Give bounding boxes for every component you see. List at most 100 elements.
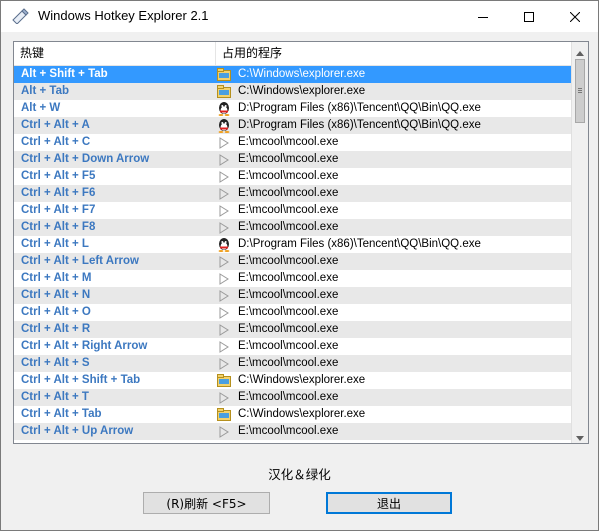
maximize-button[interactable] xyxy=(506,1,552,32)
scroll-down-button[interactable] xyxy=(572,427,588,443)
play-icon xyxy=(215,355,232,372)
table-row[interactable]: Ctrl + Alt + C E:\mcool\mcool.exe xyxy=(14,134,571,151)
table-row[interactable]: Ctrl + Alt + M E:\mcool\mcool.exe xyxy=(14,270,571,287)
play-icon xyxy=(215,219,232,236)
scroll-up-button[interactable] xyxy=(572,42,588,58)
table-row[interactable]: Alt + W D:\Program Files (x86)\Tencent\QQ… xyxy=(14,100,571,117)
play-icon xyxy=(215,321,232,338)
table-row[interactable]: Ctrl + Alt + L D:\Program Files (x86)\Ten… xyxy=(14,236,571,253)
program-path-cell: E:\mcool\mcool.exe xyxy=(238,357,339,369)
list-header: 热键 占用的程序 xyxy=(14,42,571,66)
hotkey-cell: Ctrl + Alt + O xyxy=(21,306,91,318)
program-path-cell: E:\mcool\mcool.exe xyxy=(238,170,339,182)
hotkey-cell: Ctrl + Alt + Tab xyxy=(21,408,102,420)
play-icon xyxy=(215,270,232,287)
program-path-cell: E:\mcool\mcool.exe xyxy=(238,187,339,199)
program-path-cell: C:\Windows\explorer.exe xyxy=(238,85,366,97)
hotkey-cell: Alt + Tab xyxy=(21,85,70,97)
hotkey-cell: Alt + Shift + Tab xyxy=(21,68,108,80)
program-path-cell: E:\mcool\mcool.exe xyxy=(238,425,339,437)
play-icon xyxy=(215,389,232,406)
hotkey-cell: Ctrl + Alt + F5 xyxy=(21,170,96,182)
table-row[interactable]: Ctrl + Alt + Up Arrow E:\mcool\mcool.exe xyxy=(14,423,571,440)
table-row[interactable]: Ctrl + Alt + F8 E:\mcool\mcool.exe xyxy=(14,219,571,236)
maximize-icon xyxy=(524,11,534,22)
table-row[interactable]: Ctrl + Alt + Right Arrow E:\mcool\mcool.e… xyxy=(14,338,571,355)
program-path-cell: E:\mcool\mcool.exe xyxy=(238,255,339,267)
table-row[interactable]: Alt + Shift + Tab C:\Windows\explorer.exe xyxy=(14,66,571,83)
hotkey-cell: Alt + W xyxy=(21,102,61,114)
program-path-cell: E:\mcool\mcool.exe xyxy=(238,221,339,233)
program-path-cell: D:\Program Files (x86)\Tencent\QQ\Bin\QQ… xyxy=(238,102,481,114)
program-path-cell: E:\mcool\mcool.exe xyxy=(238,272,339,284)
play-icon xyxy=(215,287,232,304)
hotkey-list[interactable]: 热键 占用的程序 Alt + Shift + Tab C:\Windows\exp… xyxy=(13,41,589,444)
table-row[interactable]: Ctrl + Alt + O E:\mcool\mcool.exe xyxy=(14,304,571,321)
hotkey-cell: Ctrl + Alt + A xyxy=(21,119,90,131)
refresh-button[interactable]: (R)刷新 <F5> xyxy=(143,492,270,514)
play-icon xyxy=(215,304,232,321)
program-path-cell: E:\mcool\mcool.exe xyxy=(238,340,339,352)
credit-label: 汉化＆绿化 xyxy=(268,467,331,482)
hotkey-cell: Ctrl + Alt + F7 xyxy=(21,204,96,216)
table-row[interactable]: Ctrl + Alt + F7 E:\mcool\mcool.exe xyxy=(14,202,571,219)
table-row[interactable]: Ctrl + Alt + S E:\mcool\mcool.exe xyxy=(14,355,571,372)
qq-penguin-icon xyxy=(215,100,232,117)
minimize-button[interactable] xyxy=(460,1,506,32)
play-icon xyxy=(215,151,232,168)
window-title: Windows Hotkey Explorer 2.1 xyxy=(38,8,209,23)
explorer-icon xyxy=(215,83,232,100)
program-path-cell: E:\mcool\mcool.exe xyxy=(238,391,339,403)
minimize-icon xyxy=(478,12,488,22)
hotkey-cell: Ctrl + Alt + F6 xyxy=(21,187,96,199)
hotkey-cell: Ctrl + Alt + S xyxy=(21,357,90,369)
play-icon xyxy=(215,134,232,151)
qq-penguin-icon xyxy=(215,236,232,253)
table-row[interactable]: Ctrl + Alt + Shift + Tab C:\Windows\explo… xyxy=(14,372,571,389)
table-row[interactable]: Ctrl + Alt + T E:\mcool\mcool.exe xyxy=(14,389,571,406)
hotkey-cell: Ctrl + Alt + C xyxy=(21,136,91,148)
table-row[interactable]: Ctrl + Alt + F5 E:\mcool\mcool.exe xyxy=(14,168,571,185)
hotkey-cell: Ctrl + Alt + Down Arrow xyxy=(21,153,150,165)
program-path-cell: E:\mcool\mcool.exe xyxy=(238,323,339,335)
hotkey-cell: Ctrl + Alt + L xyxy=(21,238,89,250)
hotkey-cell: Ctrl + Alt + F8 xyxy=(21,221,96,233)
scroll-down-arrow-icon xyxy=(576,426,584,444)
program-path-cell: E:\mcool\mcool.exe xyxy=(238,153,339,165)
close-button[interactable] xyxy=(552,1,598,32)
table-row[interactable]: Ctrl + Alt + A D:\Program Files (x86)\Ten… xyxy=(14,117,571,134)
table-row[interactable]: Ctrl + Alt + Down Arrow E:\mcool\mcool.ex… xyxy=(14,151,571,168)
column-header-hotkey[interactable]: 热键 xyxy=(14,42,215,65)
exit-button[interactable]: 退出 xyxy=(326,492,452,514)
scrollbar-thumb[interactable] xyxy=(575,59,585,123)
program-path-cell: D:\Program Files (x86)\Tencent\QQ\Bin\QQ… xyxy=(238,119,481,131)
scroll-up-arrow-icon xyxy=(576,42,584,60)
play-icon xyxy=(215,253,232,270)
column-header-program[interactable]: 占用的程序 xyxy=(216,42,571,65)
hotkey-cell: Ctrl + Alt + M xyxy=(21,272,92,284)
hotkey-cell: Ctrl + Alt + Right Arrow xyxy=(21,340,148,352)
vertical-scrollbar[interactable] xyxy=(571,42,588,443)
title-bar[interactable]: Windows Hotkey Explorer 2.1 xyxy=(1,1,598,32)
hotkey-cell: Ctrl + Alt + T xyxy=(21,391,89,403)
program-path-cell: E:\mcool\mcool.exe xyxy=(238,306,339,318)
explorer-icon xyxy=(215,406,232,423)
play-icon xyxy=(215,202,232,219)
table-row[interactable]: Ctrl + Alt + R E:\mcool\mcool.exe xyxy=(14,321,571,338)
table-row[interactable]: Ctrl + Alt + Tab C:\Windows\explorer.exe xyxy=(14,406,571,423)
program-path-cell: E:\mcool\mcool.exe xyxy=(238,204,339,216)
list-rows: Alt + Shift + Tab C:\Windows\explorer.exe… xyxy=(14,66,571,440)
program-path-cell: E:\mcool\mcool.exe xyxy=(238,289,339,301)
program-path-cell: C:\Windows\explorer.exe xyxy=(238,408,366,420)
table-row[interactable]: Ctrl + Alt + N E:\mcool\mcool.exe xyxy=(14,287,571,304)
main-window: Windows Hotkey Explorer 2.1 热键 占用的程序 Alt… xyxy=(0,0,599,531)
qq-penguin-icon xyxy=(215,117,232,134)
table-row[interactable]: Ctrl + Alt + Left Arrow E:\mcool\mcool.ex… xyxy=(14,253,571,270)
table-row[interactable]: Alt + Tab C:\Windows\explorer.exe xyxy=(14,83,571,100)
hotkey-cell: Ctrl + Alt + Shift + Tab xyxy=(21,374,141,386)
close-icon xyxy=(570,11,580,22)
table-row[interactable]: Ctrl + Alt + F6 E:\mcool\mcool.exe xyxy=(14,185,571,202)
hotkey-cell: Ctrl + Alt + Left Arrow xyxy=(21,255,139,267)
play-icon xyxy=(215,185,232,202)
program-path-cell: D:\Program Files (x86)\Tencent\QQ\Bin\QQ… xyxy=(238,238,481,250)
